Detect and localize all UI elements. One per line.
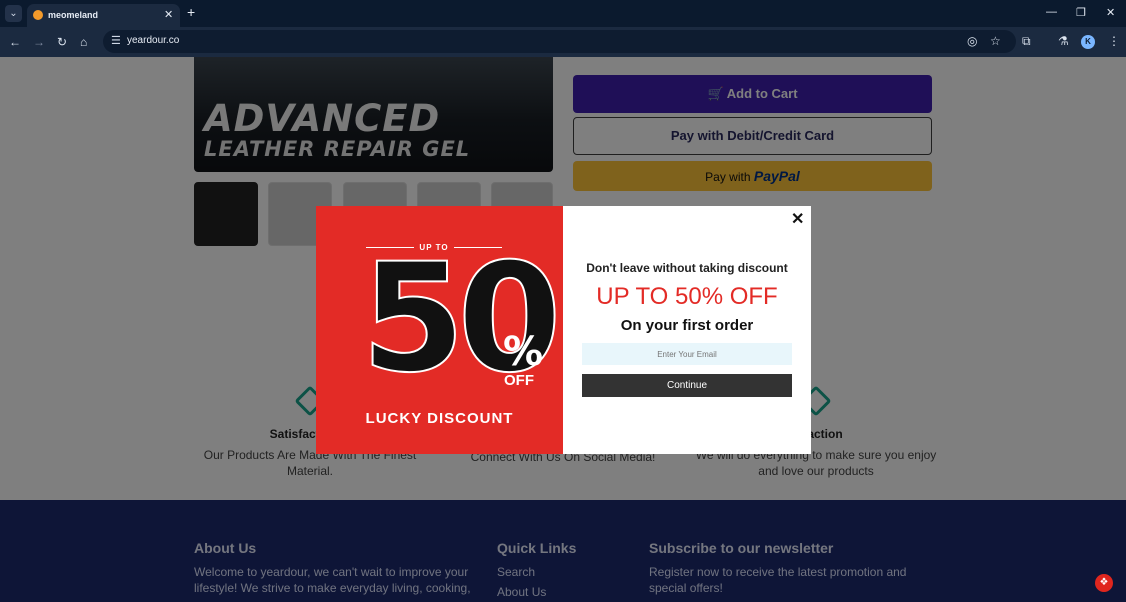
site-settings-icon[interactable]: ☰: [111, 34, 121, 47]
popup-heading: Don't leave without taking discount: [586, 261, 788, 275]
minimize-icon[interactable]: —: [1046, 6, 1057, 18]
browser-tab[interactable]: meomeland ✕: [27, 4, 180, 27]
labs-icon[interactable]: ⚗: [1058, 34, 1069, 48]
discount-popup: UP TO 50 % OFF LUCKY DISCOUNT ✕ Don't le…: [316, 206, 811, 454]
new-tab-icon[interactable]: +: [187, 4, 195, 20]
home-icon[interactable]: ⌂: [80, 35, 87, 49]
address-bar[interactable]: ☰ yeardour.co ◎ ☆: [103, 30, 1016, 53]
restore-icon[interactable]: ❐: [1076, 6, 1086, 19]
promo-off: OFF: [504, 372, 534, 389]
reload-icon[interactable]: ↻: [57, 35, 67, 49]
tab-title: meomeland: [48, 10, 99, 20]
star-icon[interactable]: ☆: [990, 34, 1001, 48]
forward-icon[interactable]: →: [33, 35, 45, 49]
tab-search-icon[interactable]: ⌄: [5, 5, 22, 22]
browser-tab-strip: ⌄ meomeland ✕ + — ❐ ✕: [0, 0, 1126, 27]
promo-image: UP TO 50 % OFF LUCKY DISCOUNT: [316, 206, 563, 454]
profile-icon[interactable]: K: [1081, 35, 1095, 49]
eye-off-icon[interactable]: ◎: [967, 34, 977, 48]
browser-toolbar: ← → ↻ ⌂ ☰ yeardour.co ◎ ☆ ⧉ ⚗ ⋮: [0, 27, 1126, 57]
more-icon[interactable]: ⋮: [1108, 34, 1120, 48]
email-field[interactable]: [582, 343, 792, 365]
popup-form: ✕ Don't leave without taking discount UP…: [563, 206, 811, 454]
close-icon[interactable]: ✕: [791, 209, 804, 229]
url-text: yeardour.co: [127, 35, 180, 46]
popup-subheading: On your first order: [620, 317, 754, 334]
close-tab-icon[interactable]: ✕: [164, 8, 173, 21]
continue-button[interactable]: Continue: [582, 374, 792, 397]
back-icon[interactable]: ←: [9, 35, 21, 49]
promo-lucky: LUCKY DISCOUNT: [365, 410, 514, 427]
extensions-icon[interactable]: ⧉: [1022, 34, 1031, 49]
chat-widget-icon[interactable]: ❖: [1095, 574, 1113, 592]
close-window-icon[interactable]: ✕: [1106, 6, 1115, 19]
popup-offer: UP TO 50% OFF: [596, 283, 778, 310]
tab-favicon-icon: [33, 10, 43, 20]
promo-percent: %: [503, 329, 544, 375]
